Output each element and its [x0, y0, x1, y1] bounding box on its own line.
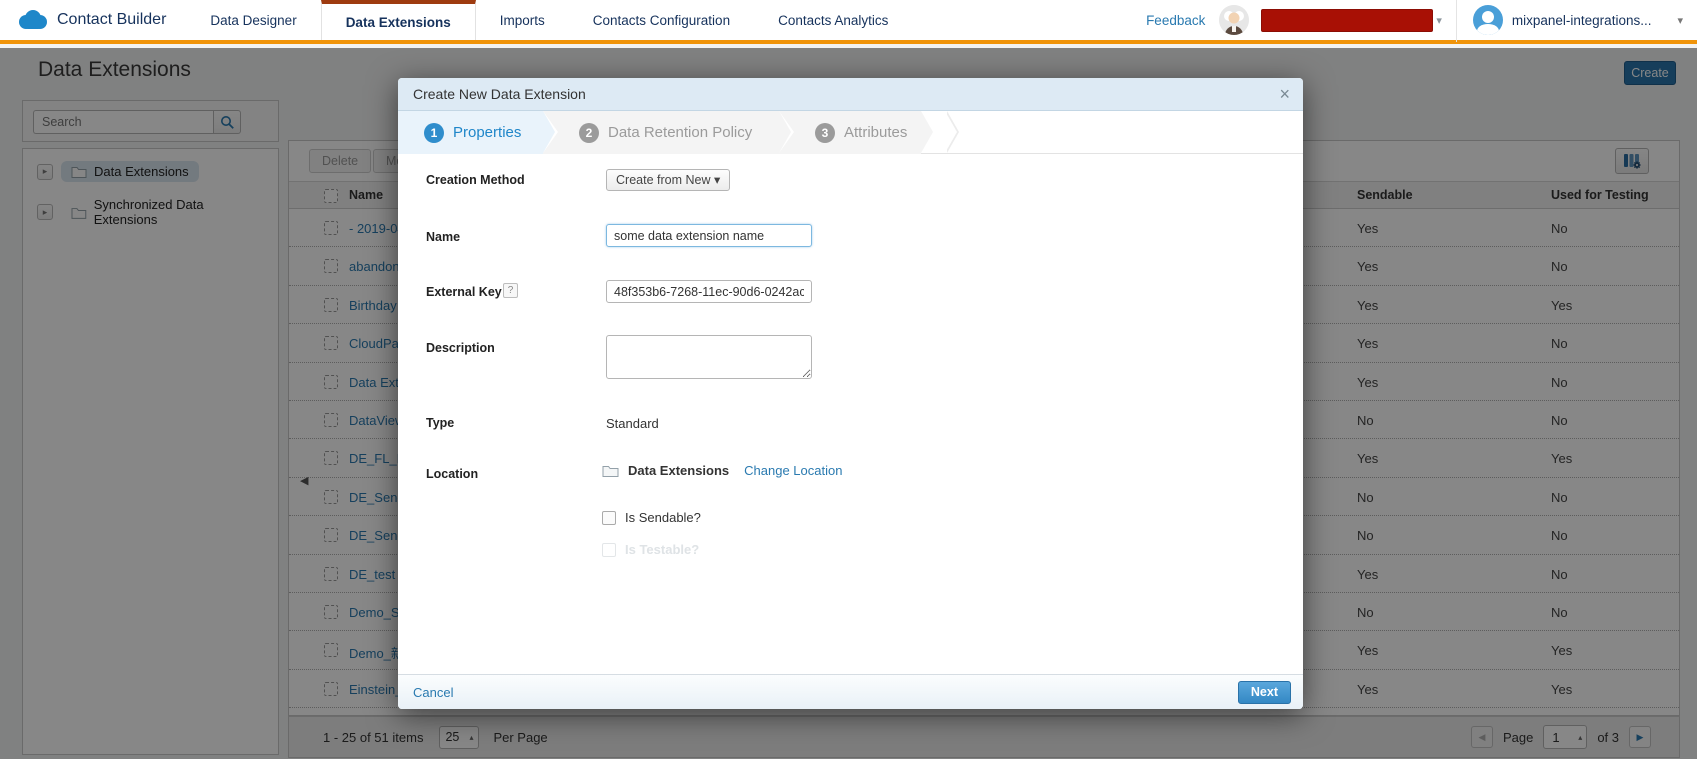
type-label: Type [426, 416, 454, 430]
is-sendable-checkbox[interactable] [602, 511, 616, 525]
nav-item-data-designer[interactable]: Data Designer [186, 0, 320, 40]
creation-method-label: Creation Method [426, 173, 525, 187]
nav-item-contacts-analytics[interactable]: Contacts Analytics [754, 0, 912, 40]
account-chevron-down-icon[interactable]: ▾ [1677, 14, 1683, 27]
step-attributes[interactable]: 3 Attributes [779, 111, 921, 154]
is-testable-checkbox [602, 543, 616, 557]
create-data-extension-modal: Create New Data Extension × 1 Properties… [398, 78, 1303, 709]
is-sendable-row: Is Sendable? [602, 510, 701, 525]
location-label: Location [426, 467, 478, 481]
modal-title: Create New Data Extension [413, 86, 586, 102]
nav-links: Data Designer Data Extensions Imports Co… [186, 0, 912, 40]
account-name: mixpanel-integrations... [1512, 13, 1652, 28]
is-sendable-label: Is Sendable? [625, 510, 701, 525]
location-value: Data Extensions [628, 463, 729, 478]
modal-header: Create New Data Extension × [398, 78, 1303, 111]
chevron-down-icon[interactable]: ▾ [1436, 14, 1442, 27]
name-label: Name [426, 230, 460, 244]
help-icon[interactable]: ? [503, 283, 518, 298]
modal-footer: Cancel Next [398, 674, 1303, 709]
nav-right: Feedback ▾ mixpanel-integrations... ▾ [1146, 0, 1697, 40]
folder-icon [602, 464, 619, 477]
cancel-link[interactable]: Cancel [413, 685, 453, 700]
change-location-link[interactable]: Change Location [744, 463, 842, 478]
step-data-retention-policy[interactable]: 2 Data Retention Policy [543, 111, 779, 154]
step-properties[interactable]: 1 Properties [398, 111, 543, 154]
nav-divider [1456, 0, 1457, 42]
app-title: Contact Builder [57, 11, 166, 29]
is-testable-row: Is Testable? [602, 542, 699, 557]
name-input[interactable] [606, 224, 812, 247]
top-nav: Contact Builder Data Designer Data Exten… [0, 0, 1697, 44]
close-icon[interactable]: × [1279, 85, 1290, 103]
description-label: Description [426, 341, 495, 355]
brand[interactable]: Contact Builder [0, 0, 186, 40]
external-key-label: External Key [426, 285, 502, 299]
redacted-account-badge[interactable] [1261, 9, 1433, 32]
step-number: 1 [424, 123, 444, 143]
user-avatar[interactable] [1473, 5, 1503, 35]
person-icon [1482, 11, 1494, 23]
feedback-link[interactable]: Feedback [1146, 13, 1205, 28]
nav-item-data-extensions[interactable]: Data Extensions [321, 0, 476, 40]
creation-method-dropdown[interactable]: Create from New ▾ [606, 169, 730, 191]
nav-item-imports[interactable]: Imports [476, 0, 569, 40]
is-testable-label: Is Testable? [625, 542, 699, 557]
nav-item-contacts-configuration[interactable]: Contacts Configuration [569, 0, 754, 40]
external-key-input[interactable] [606, 280, 812, 303]
step-number: 3 [815, 123, 835, 143]
description-textarea[interactable] [606, 335, 812, 379]
step-number: 2 [579, 123, 599, 143]
einstein-avatar[interactable] [1219, 5, 1249, 35]
modal-body: Creation Method Create from New ▾ Name E… [398, 154, 1303, 674]
cloud-logo-icon [16, 8, 48, 32]
einstein-icon [1219, 5, 1249, 35]
next-button[interactable]: Next [1238, 681, 1291, 704]
app-window: Contact Builder Data Designer Data Exten… [0, 0, 1697, 759]
type-value: Standard [606, 416, 659, 431]
wizard-steps: 1 Properties 2 Data Retention Policy 3 A… [398, 111, 1303, 154]
